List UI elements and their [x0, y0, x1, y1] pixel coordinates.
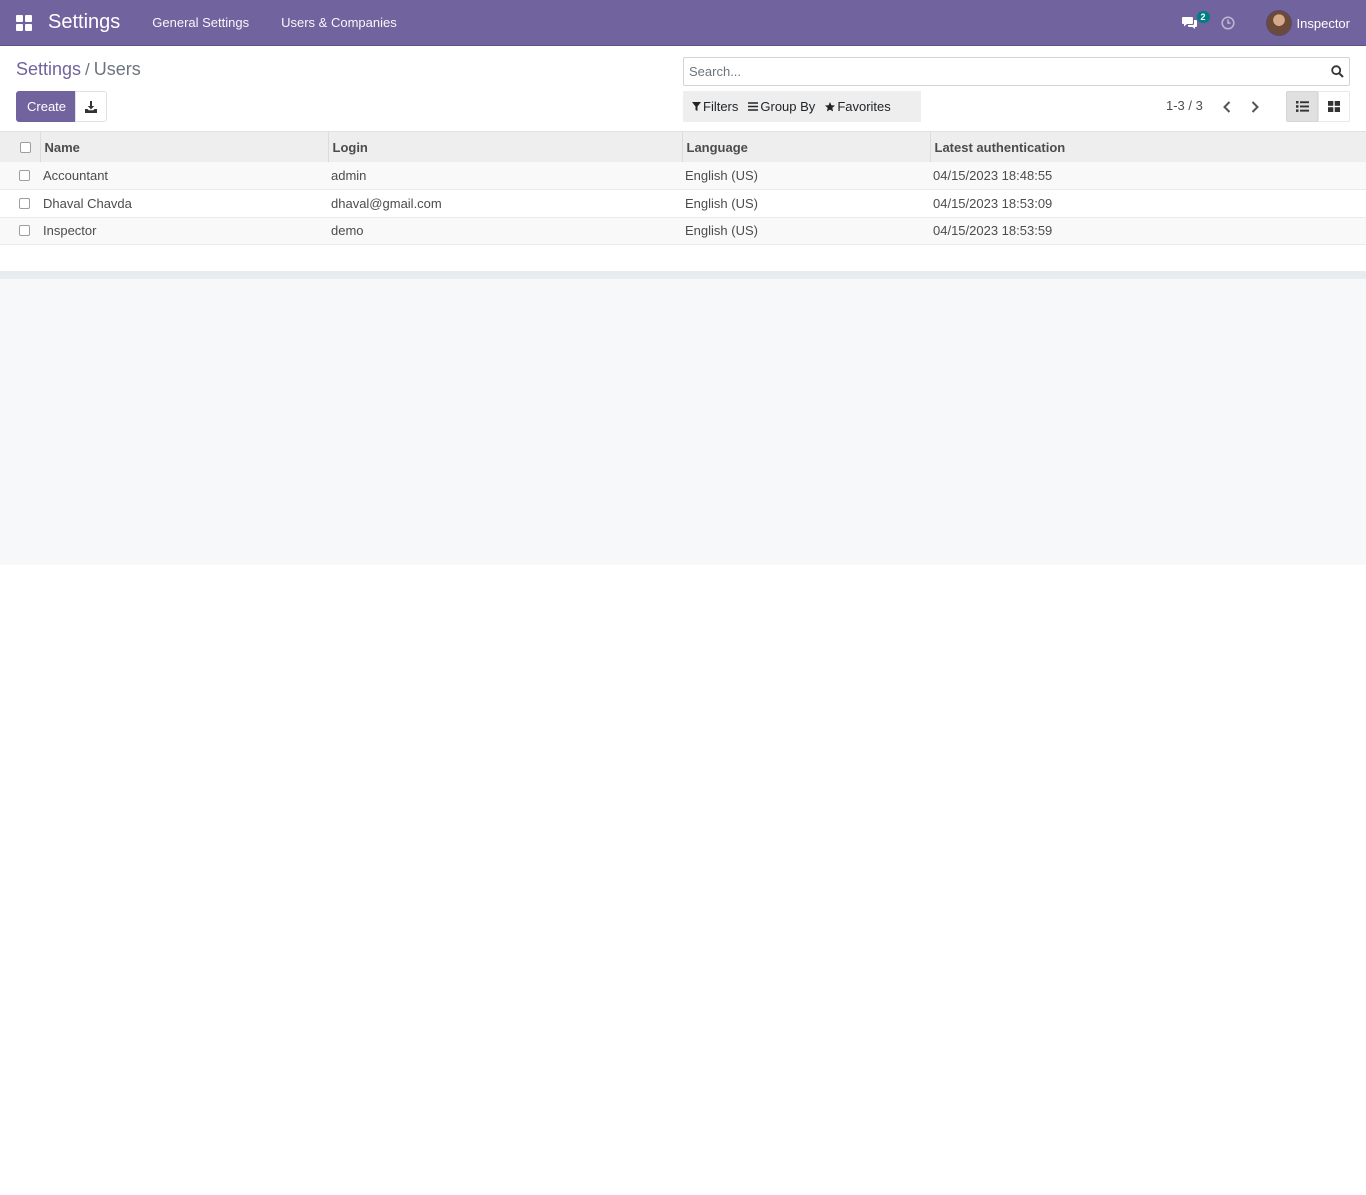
download-icon: [85, 100, 97, 113]
favorites-dropdown[interactable]: Favorites: [825, 99, 891, 114]
search-button[interactable]: [1325, 65, 1349, 78]
column-header-language[interactable]: Language: [682, 132, 931, 162]
row-select-cell: [0, 217, 40, 245]
star-icon: [825, 101, 836, 111]
chat-icon: [1181, 17, 1197, 29]
row-checkbox[interactable]: [19, 225, 30, 237]
row-select-cell: [0, 162, 40, 190]
breadcrumb-current: Users: [93, 59, 141, 79]
row-select-cell: [0, 190, 40, 218]
activity-menu[interactable]: [1216, 11, 1240, 35]
group-by-dropdown[interactable]: Group By: [748, 99, 815, 114]
column-header-latest-authentication[interactable]: Latest authentication: [930, 132, 1366, 162]
select-all-checkbox[interactable]: [20, 141, 31, 153]
user-avatar[interactable]: [1265, 10, 1292, 36]
cell-name[interactable]: Accountant: [40, 162, 328, 190]
list-empty-area: [0, 272, 1366, 565]
row-checkbox[interactable]: [19, 170, 30, 181]
row-checkbox[interactable]: [19, 197, 30, 209]
chevron-left-icon: [1223, 101, 1231, 113]
table-row[interactable]: Accountant admin English (US) 04/15/2023…: [0, 162, 1366, 190]
select-all-cell: [0, 132, 41, 162]
pager-value[interactable]: 1-3 / 3: [1166, 98, 1203, 113]
list-view-icon: [1295, 101, 1309, 112]
cell-login[interactable]: dhaval@gmail.com: [328, 190, 682, 218]
menu-general-settings[interactable]: General Settings: [136, 15, 265, 30]
group-by-label: Group By: [760, 99, 816, 114]
table-footer: [0, 245, 1366, 272]
search-box: [683, 57, 1350, 86]
cell-language[interactable]: English (US): [682, 217, 930, 245]
column-header-login[interactable]: Login: [328, 132, 683, 162]
top-navbar: Settings General Settings Users & Compan…: [0, 0, 1366, 46]
clock-icon: [1220, 16, 1235, 30]
cell-name[interactable]: Inspector: [40, 217, 328, 245]
create-button[interactable]: Create: [16, 91, 78, 122]
breadcrumb-settings[interactable]: Settings: [16, 59, 81, 80]
pager-previous-button[interactable]: [1218, 98, 1236, 116]
filter-icon: [692, 102, 701, 111]
cell-login[interactable]: demo: [328, 217, 682, 245]
search-input[interactable]: [684, 59, 1325, 84]
cell-name[interactable]: Dhaval Chavda: [40, 190, 328, 218]
kanban-view-button[interactable]: [1318, 91, 1350, 122]
table-header-row: Name Login Language Latest authenticatio…: [0, 132, 1366, 162]
favorites-label: Favorites: [837, 99, 891, 114]
filters-label: Filters: [703, 99, 739, 114]
list-view: Name Login Language Latest authenticatio…: [0, 132, 1366, 565]
table-row[interactable]: Dhaval Chavda dhaval@gmail.com English (…: [0, 190, 1366, 218]
apps-menu-icon[interactable]: [0, 0, 48, 46]
menu-users-companies[interactable]: Users & Companies: [265, 15, 413, 30]
user-menu-name[interactable]: Inspector: [1297, 16, 1350, 31]
users-table: Name Login Language Latest authenticatio…: [0, 132, 1366, 245]
search-options-bar: Filters Group By Favorites: [683, 91, 921, 122]
cell-latest-authentication[interactable]: 04/15/2023 18:53:59: [930, 217, 1366, 245]
cell-login[interactable]: admin: [328, 162, 682, 190]
export-button[interactable]: [75, 91, 107, 122]
messaging-menu[interactable]: 2: [1178, 11, 1210, 35]
list-view-button[interactable]: [1286, 91, 1318, 122]
app-title[interactable]: Settings: [48, 11, 120, 34]
breadcrumb-separator: /: [85, 60, 90, 79]
cell-language[interactable]: English (US): [682, 162, 930, 190]
breadcrumb: Settings / Users: [16, 59, 141, 80]
search-icon: [1330, 65, 1344, 78]
control-panel: Settings / Users Create Filters Group By: [0, 46, 1366, 132]
chevron-right-icon: [1251, 101, 1259, 113]
column-header-name[interactable]: Name: [40, 132, 329, 162]
table-row[interactable]: Inspector demo English (US) 04/15/2023 1…: [0, 217, 1366, 245]
messages-count-badge: 2: [1196, 11, 1210, 23]
filters-dropdown[interactable]: Filters: [692, 99, 738, 114]
kanban-view-icon: [1328, 101, 1340, 112]
group-by-icon: [748, 102, 759, 111]
pager-next-button[interactable]: [1246, 98, 1264, 116]
cell-language[interactable]: English (US): [682, 190, 930, 218]
cell-latest-authentication[interactable]: 04/15/2023 18:53:09: [930, 190, 1366, 218]
cell-latest-authentication[interactable]: 04/15/2023 18:48:55: [930, 162, 1366, 190]
